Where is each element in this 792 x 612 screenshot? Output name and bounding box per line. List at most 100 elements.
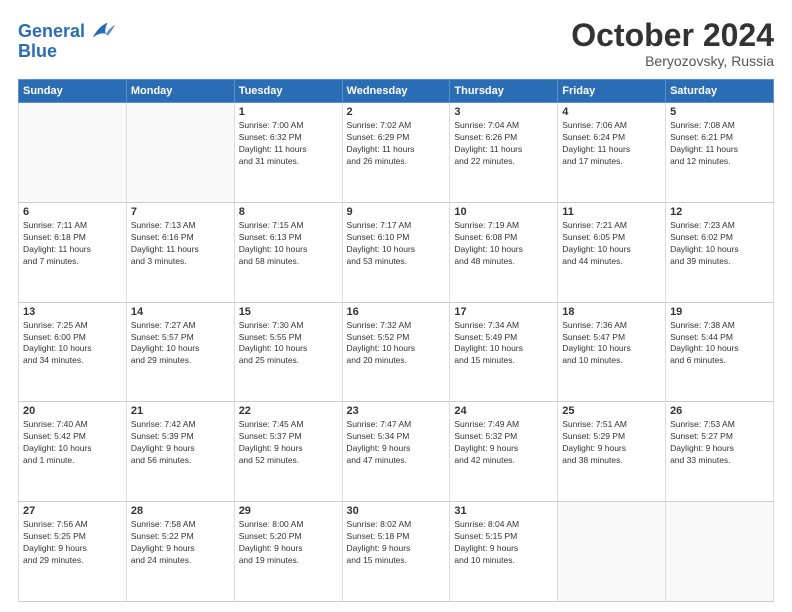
- day-info: Sunrise: 8:02 AM Sunset: 5:18 PM Dayligh…: [347, 519, 446, 567]
- month-title: October 2024: [571, 18, 774, 53]
- day-number: 22: [239, 405, 338, 417]
- day-info: Sunrise: 7:13 AM Sunset: 6:16 PM Dayligh…: [131, 220, 230, 268]
- day-cell-6: 6Sunrise: 7:11 AM Sunset: 6:18 PM Daylig…: [19, 202, 127, 302]
- week-row-2: 6Sunrise: 7:11 AM Sunset: 6:18 PM Daylig…: [19, 202, 774, 302]
- day-header-monday: Monday: [126, 80, 234, 103]
- day-info: Sunrise: 7:53 AM Sunset: 5:27 PM Dayligh…: [670, 419, 769, 467]
- header: General Blue October 2024 Beryozovsky, R…: [18, 18, 774, 69]
- day-cell-21: 21Sunrise: 7:42 AM Sunset: 5:39 PM Dayli…: [126, 402, 234, 502]
- day-info: Sunrise: 7:21 AM Sunset: 6:05 PM Dayligh…: [562, 220, 661, 268]
- day-number: 24: [454, 405, 553, 417]
- day-cell-15: 15Sunrise: 7:30 AM Sunset: 5:55 PM Dayli…: [234, 302, 342, 402]
- calendar-header-row: SundayMondayTuesdayWednesdayThursdayFrid…: [19, 80, 774, 103]
- day-info: Sunrise: 7:19 AM Sunset: 6:08 PM Dayligh…: [454, 220, 553, 268]
- day-cell-30: 30 Sunrise: 8:02 AM Sunset: 5:18 PM Dayli…: [342, 502, 450, 602]
- empty-cell: [19, 103, 127, 203]
- day-info: Sunrise: 8:00 AM Sunset: 5:20 PM Dayligh…: [239, 519, 338, 567]
- day-info: Sunrise: 7:15 AM Sunset: 6:13 PM Dayligh…: [239, 220, 338, 268]
- day-cell-19: 19 Sunrise: 7:38 AM Sunset: 5:44 PM Dayli…: [666, 302, 774, 402]
- day-cell-31: 31 Sunrise: 8:04 AM Sunset: 5:15 PM Dayli…: [450, 502, 558, 602]
- day-info: Sunrise: 7:36 AM Sunset: 5:47 PM Dayligh…: [562, 320, 661, 368]
- day-number: 30: [347, 505, 446, 517]
- day-number: 12: [670, 206, 769, 218]
- day-cell-5: 5 Sunrise: 7:08 AM Sunset: 6:21 PM Daylig…: [666, 103, 774, 203]
- day-header-wednesday: Wednesday: [342, 80, 450, 103]
- day-cell-1: 1 Sunrise: 7:00 AM Sunset: 6:32 PM Daylig…: [234, 103, 342, 203]
- day-info: Sunrise: 7:38 AM Sunset: 5:44 PM Dayligh…: [670, 320, 769, 368]
- day-cell-11: 11Sunrise: 7:21 AM Sunset: 6:05 PM Dayli…: [558, 202, 666, 302]
- title-block: October 2024 Beryozovsky, Russia: [571, 18, 774, 69]
- logo-general: General: [18, 22, 85, 42]
- day-number: 3: [454, 106, 553, 118]
- day-cell-7: 7 Sunrise: 7:13 AM Sunset: 6:16 PM Daylig…: [126, 202, 234, 302]
- empty-cell: [126, 103, 234, 203]
- day-cell-2: 2 Sunrise: 7:02 AM Sunset: 6:29 PM Daylig…: [342, 103, 450, 203]
- day-cell-3: 3 Sunrise: 7:04 AM Sunset: 6:26 PM Daylig…: [450, 103, 558, 203]
- day-cell-24: 24 Sunrise: 7:49 AM Sunset: 5:32 PM Dayli…: [450, 402, 558, 502]
- day-number: 25: [562, 405, 661, 417]
- day-info: Sunrise: 7:17 AM Sunset: 6:10 PM Dayligh…: [347, 220, 446, 268]
- day-number: 17: [454, 306, 553, 318]
- day-number: 13: [23, 306, 122, 318]
- day-info: Sunrise: 7:49 AM Sunset: 5:32 PM Dayligh…: [454, 419, 553, 467]
- day-cell-29: 29 Sunrise: 8:00 AM Sunset: 5:20 PM Dayli…: [234, 502, 342, 602]
- day-number: 19: [670, 306, 769, 318]
- day-info: Sunrise: 7:23 AM Sunset: 6:02 PM Dayligh…: [670, 220, 769, 268]
- day-header-thursday: Thursday: [450, 80, 558, 103]
- day-number: 26: [670, 405, 769, 417]
- day-number: 31: [454, 505, 553, 517]
- week-row-4: 20Sunrise: 7:40 AM Sunset: 5:42 PM Dayli…: [19, 402, 774, 502]
- calendar-table: SundayMondayTuesdayWednesdayThursdayFrid…: [18, 79, 774, 602]
- day-cell-23: 23 Sunrise: 7:47 AM Sunset: 5:34 PM Dayli…: [342, 402, 450, 502]
- day-cell-12: 12 Sunrise: 7:23 AM Sunset: 6:02 PM Dayli…: [666, 202, 774, 302]
- empty-cell: [558, 502, 666, 602]
- logo-text-general: General: [18, 21, 85, 41]
- day-number: 9: [347, 206, 446, 218]
- day-cell-27: 27 Sunrise: 7:56 AM Sunset: 5:25 PM Dayli…: [19, 502, 127, 602]
- day-cell-20: 20Sunrise: 7:40 AM Sunset: 5:42 PM Dayli…: [19, 402, 127, 502]
- day-cell-16: 16Sunrise: 7:32 AM Sunset: 5:52 PM Dayli…: [342, 302, 450, 402]
- day-info: Sunrise: 7:30 AM Sunset: 5:55 PM Dayligh…: [239, 320, 338, 368]
- day-info: Sunrise: 7:08 AM Sunset: 6:21 PM Dayligh…: [670, 120, 769, 168]
- day-info: Sunrise: 7:56 AM Sunset: 5:25 PM Dayligh…: [23, 519, 122, 567]
- day-info: Sunrise: 7:58 AM Sunset: 5:22 PM Dayligh…: [131, 519, 230, 567]
- day-cell-13: 13Sunrise: 7:25 AM Sunset: 6:00 PM Dayli…: [19, 302, 127, 402]
- day-number: 28: [131, 505, 230, 517]
- day-number: 7: [131, 206, 230, 218]
- day-number: 8: [239, 206, 338, 218]
- day-number: 18: [562, 306, 661, 318]
- day-number: 10: [454, 206, 553, 218]
- empty-cell: [666, 502, 774, 602]
- day-info: Sunrise: 7:45 AM Sunset: 5:37 PM Dayligh…: [239, 419, 338, 467]
- day-cell-18: 18 Sunrise: 7:36 AM Sunset: 5:47 PM Dayli…: [558, 302, 666, 402]
- day-info: Sunrise: 7:27 AM Sunset: 5:57 PM Dayligh…: [131, 320, 230, 368]
- week-row-3: 13Sunrise: 7:25 AM Sunset: 6:00 PM Dayli…: [19, 302, 774, 402]
- day-cell-25: 25Sunrise: 7:51 AM Sunset: 5:29 PM Dayli…: [558, 402, 666, 502]
- day-cell-26: 26 Sunrise: 7:53 AM Sunset: 5:27 PM Dayli…: [666, 402, 774, 502]
- day-info: Sunrise: 7:00 AM Sunset: 6:32 PM Dayligh…: [239, 120, 338, 168]
- day-info: Sunrise: 7:34 AM Sunset: 5:49 PM Dayligh…: [454, 320, 553, 368]
- day-header-sunday: Sunday: [19, 80, 127, 103]
- day-info: Sunrise: 7:04 AM Sunset: 6:26 PM Dayligh…: [454, 120, 553, 168]
- day-cell-9: 9 Sunrise: 7:17 AM Sunset: 6:10 PM Daylig…: [342, 202, 450, 302]
- day-number: 23: [347, 405, 446, 417]
- day-number: 5: [670, 106, 769, 118]
- day-number: 1: [239, 106, 338, 118]
- day-header-tuesday: Tuesday: [234, 80, 342, 103]
- day-number: 29: [239, 505, 338, 517]
- logo: General Blue: [18, 18, 117, 62]
- day-number: 27: [23, 505, 122, 517]
- day-number: 2: [347, 106, 446, 118]
- day-number: 16: [347, 306, 446, 318]
- day-info: Sunrise: 7:02 AM Sunset: 6:29 PM Dayligh…: [347, 120, 446, 168]
- day-cell-14: 14Sunrise: 7:27 AM Sunset: 5:57 PM Dayli…: [126, 302, 234, 402]
- day-info: Sunrise: 8:04 AM Sunset: 5:15 PM Dayligh…: [454, 519, 553, 567]
- location: Beryozovsky, Russia: [571, 53, 774, 69]
- day-header-friday: Friday: [558, 80, 666, 103]
- day-info: Sunrise: 7:11 AM Sunset: 6:18 PM Dayligh…: [23, 220, 122, 268]
- day-info: Sunrise: 7:47 AM Sunset: 5:34 PM Dayligh…: [347, 419, 446, 467]
- day-number: 21: [131, 405, 230, 417]
- day-info: Sunrise: 7:06 AM Sunset: 6:24 PM Dayligh…: [562, 120, 661, 168]
- day-header-saturday: Saturday: [666, 80, 774, 103]
- day-number: 4: [562, 106, 661, 118]
